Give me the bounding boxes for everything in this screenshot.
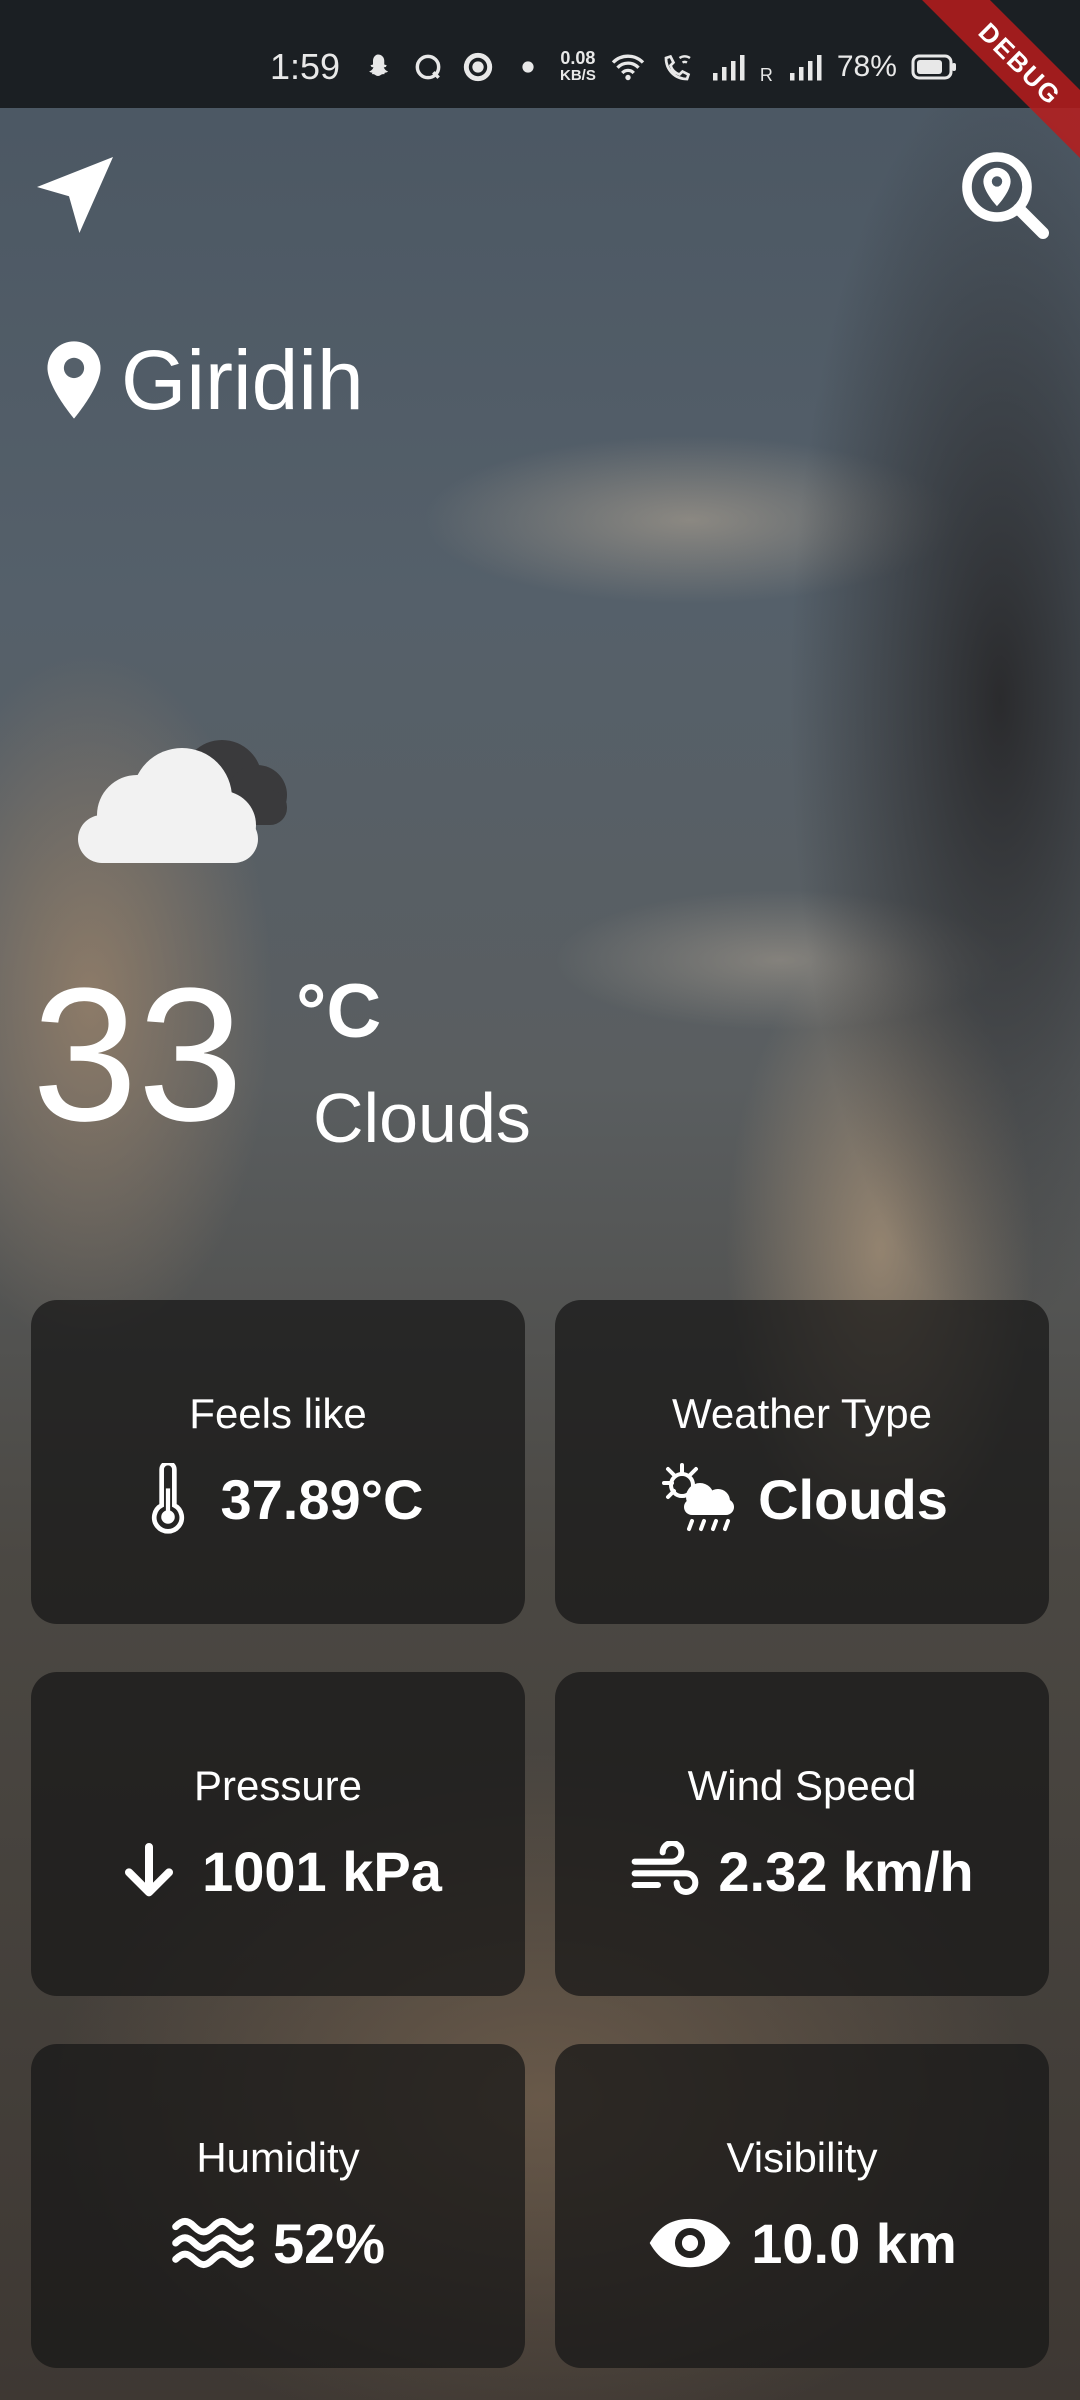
signal-bars-icon [710, 49, 746, 85]
network-speed: 0.08 KB/S [560, 49, 596, 85]
network-speed-value: 0.08 [560, 48, 596, 68]
card-value-row: 37.89°C [133, 1463, 424, 1534]
location-row: Giridih [45, 330, 364, 430]
card-value: 37.89°C [220, 1467, 424, 1531]
battery-percent: 78% [836, 50, 897, 83]
current-location-button[interactable] [20, 140, 130, 250]
visibility-card: Visibility 10.0 km [555, 2044, 1049, 2368]
card-label: Weather Type [672, 1390, 932, 1437]
weather-type-card: Weather Type Clouds [555, 1300, 1049, 1624]
weather-condition: Clouds [313, 1079, 531, 1157]
status-icons: 0.08 KB/S R 78% [360, 42, 957, 92]
eye-icon [647, 2208, 733, 2278]
notification-dot-icon [510, 49, 546, 85]
card-value: 52% [272, 2211, 386, 2275]
card-value-row: 2.32 km/h [630, 1836, 974, 1906]
card-value: 2.32 km/h [718, 1839, 974, 1903]
network-speed-unit: KB/S [560, 67, 596, 84]
temperature-value: 33 [32, 949, 244, 1161]
wind-speed-card: Wind Speed 2.32 km/h [555, 1672, 1049, 1996]
card-value: 10.0 km [751, 2211, 957, 2275]
humidity-card: Humidity 52% [31, 2044, 525, 2368]
sun-cloud-rain-icon [656, 1463, 740, 1534]
card-label: Feels like [189, 1390, 367, 1437]
circle-app-icon [460, 49, 496, 85]
card-value-row: 1001 kPa [114, 1836, 442, 1906]
wind-icon [630, 1836, 700, 1906]
snapchat-icon [360, 49, 396, 85]
wifi-icon [610, 49, 646, 85]
card-label: Wind Speed [687, 1762, 917, 1809]
chat-bubble-icon [410, 49, 446, 85]
temperature-unit: °C [296, 969, 382, 1054]
card-label: Humidity [196, 2134, 360, 2181]
location-name: Giridih [121, 332, 364, 427]
card-label: Visibility [726, 2134, 878, 2181]
card-label: Pressure [193, 1762, 363, 1809]
search-location-icon [962, 152, 1049, 239]
arrow-down-icon [114, 1836, 184, 1906]
card-value: Clouds [758, 1467, 948, 1531]
status-time: 1:59 [270, 46, 341, 87]
clouds-icon [78, 740, 287, 863]
wifi-calling-icon [660, 49, 696, 85]
battery-icon [911, 49, 957, 85]
roaming-indicator: R [759, 65, 773, 85]
card-value: 1001 kPa [202, 1839, 442, 1903]
signal-bars-2-icon [787, 49, 823, 85]
search-location-button[interactable] [950, 140, 1060, 250]
card-value-row: 52% [171, 2208, 385, 2278]
weather-screen: 1:59 0.08 KB/S R 78% DEBUG Giridih 33 °C… [0, 0, 1080, 2400]
thermometer-icon [133, 1463, 203, 1534]
location-pin-icon [47, 341, 101, 419]
navigation-arrow-icon [37, 157, 113, 233]
status-bar: 1:59 0.08 KB/S R 78% DEBUG [0, 0, 1080, 188]
water-waves-icon [171, 2208, 255, 2278]
pressure-card: Pressure 1001 kPa [31, 1672, 525, 1996]
feels-like-card: Feels like 37.89°C [31, 1300, 525, 1624]
card-value-row: 10.0 km [647, 2208, 957, 2278]
card-value-row: Clouds [656, 1463, 948, 1534]
